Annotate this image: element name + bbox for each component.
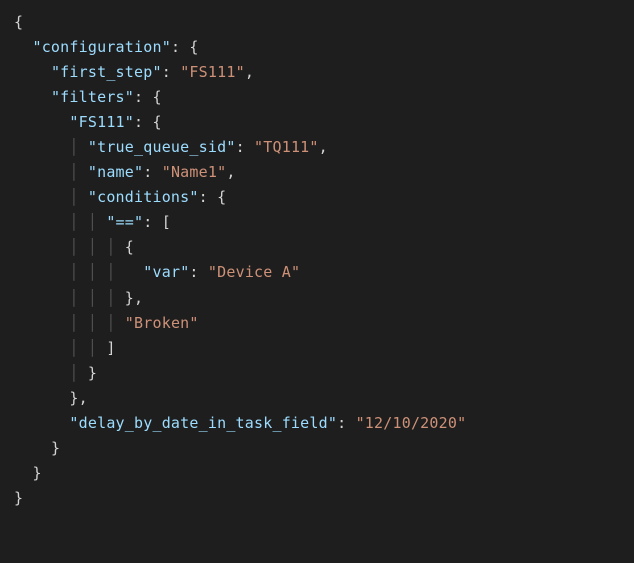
bracket-close: ]	[106, 339, 115, 357]
key-configuration: "configuration"	[32, 38, 170, 56]
brace-open-inner: {	[125, 238, 134, 256]
brace-close-root: }	[14, 489, 23, 507]
val-first-step: "FS111"	[180, 63, 245, 81]
brace-close-inner: },	[125, 289, 143, 307]
val-true-queue-sid: "TQ111"	[254, 138, 319, 156]
key-filters: "filters"	[51, 88, 134, 106]
val-delay: "12/10/2020"	[356, 414, 467, 432]
brace-close-configuration: }	[32, 464, 41, 482]
key-first-step: "first_step"	[51, 63, 162, 81]
code-block: { "configuration": { "first_step": "FS11…	[14, 10, 620, 511]
key-name: "name"	[88, 163, 143, 181]
val-name: "Name1"	[162, 163, 227, 181]
brace-close-conditions: }	[88, 364, 97, 382]
key-fs111: "FS111"	[69, 113, 134, 131]
brace-close-filters: }	[51, 439, 60, 457]
key-delay: "delay_by_date_in_task_field"	[69, 414, 337, 432]
brace-close-fs111: },	[69, 389, 87, 407]
brace-open: {	[14, 13, 23, 31]
val-var: "Device A"	[208, 263, 300, 281]
key-eq: "=="	[106, 213, 143, 231]
val-broken: "Broken"	[125, 314, 199, 332]
key-var: "var"	[143, 263, 189, 281]
key-true-queue-sid: "true_queue_sid"	[88, 138, 236, 156]
key-conditions: "conditions"	[88, 188, 199, 206]
